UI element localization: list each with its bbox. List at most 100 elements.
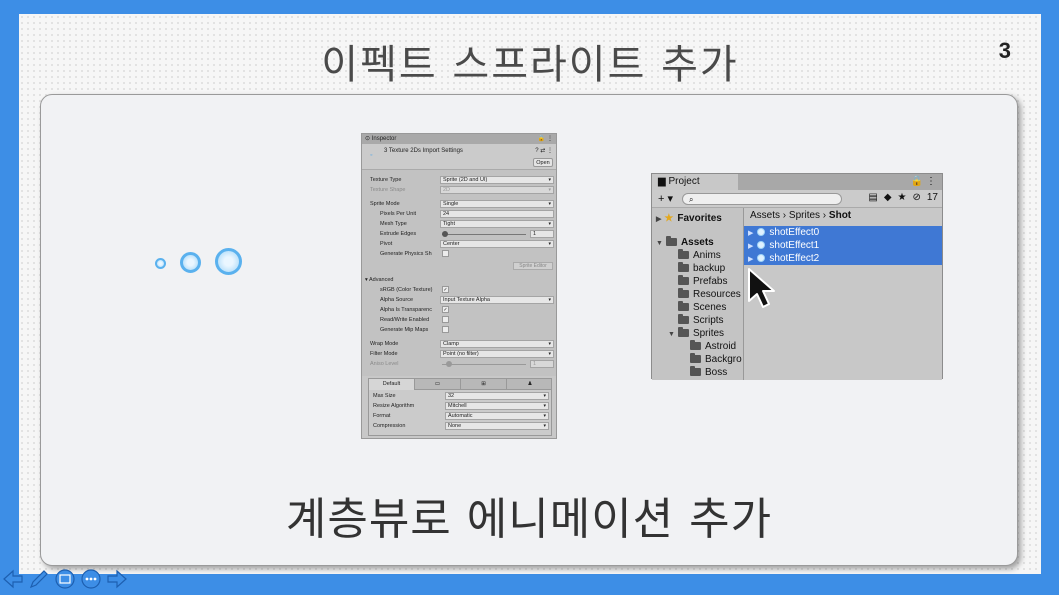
- tree-item-sprites[interactable]: ▼ Sprites: [668, 327, 724, 340]
- extrude-slider-knob[interactable]: [442, 231, 448, 237]
- tab-standalone-icon[interactable]: ▭: [415, 379, 461, 390]
- aniso-slider-track: [442, 364, 526, 365]
- format-dropdown[interactable]: Automatic ▾: [445, 412, 549, 420]
- tree-item-favorites[interactable]: ▶ ★ Favorites: [656, 212, 722, 225]
- texture-icon: ◦: [370, 152, 373, 159]
- project-search-input[interactable]: ⌕: [682, 193, 842, 205]
- file-row-shoteffect1[interactable]: ▶ shotEffect1: [744, 239, 942, 252]
- pivot-dropdown[interactable]: Center ▾: [440, 240, 554, 248]
- aniso-slider-knob: [446, 361, 452, 367]
- hidden-count: 17: [926, 192, 938, 203]
- tree-item-boss[interactable]: Boss: [690, 366, 727, 379]
- bottom-caption: 계층뷰로 에니메이션 추가: [285, 494, 773, 545]
- hidden-icon: ⊘: [912, 192, 927, 203]
- lock-menu-icon[interactable]: 🔒 ⋮: [911, 176, 936, 187]
- pixels-per-unit-label: Pixels Per Unit: [380, 211, 417, 217]
- info-icon: ⊙: [365, 136, 372, 142]
- read-write-label: Read/Write Enabled: [380, 317, 430, 323]
- advanced-foldout[interactable]: ▾ Advanced: [365, 277, 393, 283]
- breadcrumb: Assets › Sprites › Shot: [750, 210, 852, 221]
- tab-android-icon[interactable]: ♟: [507, 379, 553, 390]
- platform-tabbar: Default ▭ ⊞ ♟: [368, 378, 552, 390]
- bubble-small-icon: [155, 258, 166, 269]
- breadcrumb-shot[interactable]: Shot: [829, 210, 851, 221]
- srgb-checkbox[interactable]: ✓: [442, 286, 449, 293]
- texture-type-dropdown[interactable]: Sprite (2D and UI) ▾: [440, 176, 554, 184]
- file-row-shoteffect0[interactable]: ▶ shotEffect0: [744, 226, 942, 239]
- tree-item-anims[interactable]: Anims: [678, 249, 721, 262]
- arrow-right-icon[interactable]: [106, 568, 128, 590]
- sprite-editor-button[interactable]: Sprite Editor: [513, 262, 553, 270]
- bubble-large-icon: [215, 248, 242, 275]
- toolbar-icons[interactable]: ▤◆★⊘17: [868, 192, 938, 203]
- mesh-type-dropdown[interactable]: Tight ▾: [440, 220, 554, 228]
- tab-default[interactable]: Default: [369, 379, 415, 390]
- tree-item-scripts[interactable]: Scripts: [678, 314, 724, 327]
- content-panel: ⊙ Inspector 🔒 ⋮ ◦ 3 Texture 2Ds Import S…: [40, 94, 1018, 566]
- inspector-header-title: 3 Texture 2Ds Import Settings: [384, 148, 463, 154]
- breadcrumb-sprites[interactable]: Sprites: [789, 210, 820, 221]
- page-number: 3: [998, 38, 1011, 63]
- file-row-shoteffect2[interactable]: ▶ shotEffect2: [744, 252, 942, 265]
- alpha-source-label: Alpha Source: [380, 297, 414, 303]
- tree-item-background[interactable]: Backgro: [690, 353, 742, 366]
- tree-item-prefabs[interactable]: Prefabs: [678, 275, 727, 288]
- alpha-source-dropdown[interactable]: Input Texture Alpha ▾: [440, 296, 554, 304]
- mip-maps-checkbox[interactable]: [442, 326, 449, 333]
- open-button[interactable]: Open: [533, 158, 553, 167]
- folder-icon: [678, 275, 689, 285]
- alpha-transparency-label: Alpha Is Transparenc: [380, 307, 432, 313]
- more-options-icon[interactable]: [80, 568, 102, 590]
- arrow-left-icon[interactable]: [2, 568, 24, 590]
- alpha-transparency-checkbox[interactable]: ✓: [442, 306, 449, 313]
- tab-windows-icon[interactable]: ⊞: [461, 379, 507, 390]
- tree-item-scenes[interactable]: Scenes: [678, 301, 726, 314]
- tree-item-resources[interactable]: Resources: [678, 288, 741, 301]
- folder-icon: [690, 340, 701, 350]
- bubble-medium-icon: [180, 252, 201, 273]
- wrap-mode-dropdown[interactable]: Clamp ▾: [440, 340, 554, 348]
- resize-algorithm-dropdown[interactable]: Mitchell ▾: [445, 402, 549, 410]
- project-tabbar: ▆ Project 🔒 ⋮: [652, 174, 942, 190]
- folder-icon: [690, 353, 701, 363]
- inspector-panel: ⊙ Inspector 🔒 ⋮ ◦ 3 Texture 2Ds Import S…: [361, 133, 557, 439]
- extrude-edges-input[interactable]: 1: [530, 230, 554, 238]
- header-tools-icon[interactable]: ? ⇄ ⋮: [535, 147, 553, 154]
- filter-type-icon: ▤: [868, 192, 884, 203]
- sprite-mode-dropdown[interactable]: Single ▾: [440, 200, 554, 208]
- project-tab[interactable]: ▆ Project: [652, 174, 738, 190]
- tree-item-assets[interactable]: ▼ Assets: [656, 236, 714, 249]
- pixels-per-unit-input[interactable]: 24: [440, 210, 554, 218]
- folder-icon: ▆: [658, 176, 669, 187]
- sprite-icon: [757, 228, 766, 236]
- label-icon: ◆: [883, 192, 898, 203]
- lock-menu-icon[interactable]: 🔒 ⋮: [538, 135, 553, 142]
- compression-dropdown[interactable]: None ▾: [445, 422, 549, 430]
- tree-item-astroid[interactable]: Astroid: [690, 340, 736, 353]
- pivot-label: Pivot: [380, 241, 393, 247]
- aniso-level-input: 1: [530, 360, 554, 368]
- max-size-dropdown[interactable]: 32 ▾: [445, 392, 549, 400]
- star-icon: ★: [897, 192, 913, 203]
- generate-physics-checkbox[interactable]: [442, 250, 449, 257]
- platform-settings: Max Size 32 ▾ Resize Algorithm Mitchell ▾ Fo…: [368, 390, 552, 436]
- inspector-tab[interactable]: ⊙ Inspector 🔒 ⋮: [362, 134, 556, 144]
- folder-icon: [678, 262, 689, 272]
- slides-icon[interactable]: [54, 568, 76, 590]
- add-asset-button[interactable]: + ▾: [658, 192, 673, 205]
- resize-algorithm-label: Resize Algorithm: [373, 403, 415, 409]
- extrude-slider-track[interactable]: [442, 234, 526, 235]
- slide-title: 이펙트 스프라이트 추가: [321, 42, 739, 88]
- tree-item-backup[interactable]: backup: [678, 262, 725, 275]
- mouse-cursor-icon: [748, 268, 775, 308]
- read-write-checkbox[interactable]: [442, 316, 449, 323]
- sprite-icon: [757, 254, 766, 262]
- pen-icon[interactable]: [28, 568, 50, 590]
- filter-mode-dropdown[interactable]: Point (no filter) ▾: [440, 350, 554, 358]
- slide: 이펙트 스프라이트 추가 3 ⊙ Inspector 🔒 ⋮ ◦ 3 Textu…: [19, 14, 1041, 574]
- aniso-level-label: Aniso Level: [370, 361, 399, 367]
- breadcrumb-assets[interactable]: Assets: [750, 210, 780, 221]
- generate-physics-label: Generate Physics Sh: [380, 251, 432, 257]
- filter-mode-label: Filter Mode: [370, 351, 398, 357]
- srgb-label: sRGB (Color Texture): [380, 287, 433, 293]
